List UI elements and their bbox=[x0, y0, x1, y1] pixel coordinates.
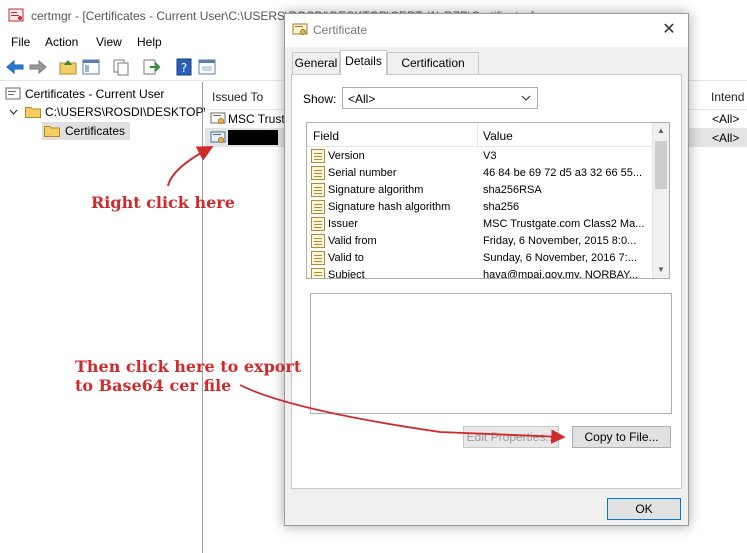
tab-certification-path[interactable]: Certification Path bbox=[387, 52, 479, 90]
field-name: Serial number bbox=[328, 167, 397, 179]
fields-scrollbar[interactable]: ▲ ▼ bbox=[652, 123, 669, 278]
show-tree-icon[interactable] bbox=[81, 57, 101, 77]
certificate-field-icon bbox=[311, 268, 325, 278]
field-name: Valid from bbox=[328, 235, 377, 247]
column-separator[interactable] bbox=[477, 123, 478, 147]
field-name: Valid to bbox=[328, 252, 364, 264]
folder-icon bbox=[44, 126, 60, 137]
redacted-issued-to bbox=[228, 130, 278, 145]
fields-list[interactable]: Field Value Version V3 Serial number 46 84 … bbox=[306, 122, 670, 279]
certmgr-app-icon bbox=[8, 8, 24, 22]
show-dropdown-value: <All> bbox=[348, 92, 376, 106]
menu-action[interactable]: Action bbox=[45, 35, 78, 49]
fields-header: Field Value bbox=[307, 123, 653, 147]
forward-arrow-icon[interactable] bbox=[28, 57, 48, 77]
field-value: MSC Trustgate.com Class2 Ma... bbox=[483, 218, 645, 230]
up-folder-icon[interactable] bbox=[58, 57, 78, 77]
annotation-export-line1: Then click here to export bbox=[75, 357, 302, 376]
field-name: Version bbox=[328, 150, 365, 162]
certificate-field-icon bbox=[311, 251, 325, 265]
field-value: sha256RSA bbox=[483, 184, 542, 196]
edit-properties-button[interactable]: Edit Properties... bbox=[463, 426, 559, 448]
chevron-down-icon[interactable] bbox=[9, 108, 18, 116]
field-row[interactable]: Valid to Sunday, 6 November, 2016 7:... bbox=[307, 250, 653, 267]
certificate-field-icon bbox=[311, 217, 325, 231]
console-icon[interactable] bbox=[197, 57, 217, 77]
tree-certificates-label: Certificates bbox=[65, 124, 126, 138]
menu-view[interactable]: View bbox=[96, 35, 122, 49]
certificate-field-icon bbox=[311, 234, 325, 248]
dialog-title: Certificate bbox=[313, 23, 368, 37]
help-icon[interactable]: ? bbox=[174, 57, 194, 77]
tree-root-label: Certificates - Current User bbox=[25, 87, 165, 101]
tree-node-store[interactable]: C:\USERS\ROSDI\DESKTOP\C bbox=[0, 103, 215, 121]
field-row[interactable]: Signature hash algorithm sha256 bbox=[307, 199, 653, 216]
field-row[interactable]: Version V3 bbox=[307, 148, 653, 165]
field-name: Signature algorithm bbox=[328, 184, 424, 196]
row-intended: <All> bbox=[712, 112, 740, 126]
scroll-down-icon[interactable]: ▼ bbox=[656, 265, 666, 275]
field-row[interactable]: Valid from Friday, 6 November, 2015 8:0..… bbox=[307, 233, 653, 250]
field-name: Subject bbox=[328, 269, 365, 279]
column-field[interactable]: Field bbox=[313, 129, 339, 143]
certificate-field-icon bbox=[311, 149, 325, 163]
folder-icon bbox=[25, 107, 41, 118]
chevron-down-icon bbox=[521, 95, 531, 101]
field-name: Issuer bbox=[328, 218, 358, 230]
tree-node-root[interactable]: Certificates - Current User bbox=[0, 85, 200, 103]
field-value: 46 84 be 69 72 d5 a3 32 66 55... bbox=[483, 167, 643, 179]
certificate-icon bbox=[210, 131, 226, 143]
details-panel: Show: <All> Field Value Version V3 Serial … bbox=[291, 74, 682, 489]
tab-general[interactable]: General bbox=[292, 52, 340, 74]
certificate-field-icon bbox=[311, 166, 325, 180]
field-row[interactable]: Subject haya@mpaj.gov.my, NORBAY... bbox=[307, 267, 653, 279]
certificate-store-icon bbox=[5, 87, 21, 100]
tree-node-certificates[interactable]: Certificates bbox=[42, 122, 130, 140]
certificate-dialog: Certificate ✕ General Details Certificat… bbox=[284, 13, 689, 526]
export-list-icon[interactable] bbox=[141, 57, 161, 77]
annotation-right-click: Right click here bbox=[91, 193, 235, 212]
tree-store-label: C:\USERS\ROSDI\DESKTOP\C bbox=[45, 105, 216, 119]
field-value: Friday, 6 November, 2015 8:0... bbox=[483, 235, 637, 247]
column-value[interactable]: Value bbox=[483, 129, 513, 143]
certificate-field-icon bbox=[311, 183, 325, 197]
field-value: V3 bbox=[483, 150, 497, 162]
field-row[interactable]: Issuer MSC Trustgate.com Class2 Ma... bbox=[307, 216, 653, 233]
field-value-box[interactable] bbox=[310, 293, 672, 414]
menu-help[interactable]: Help bbox=[137, 35, 162, 49]
field-value: Sunday, 6 November, 2016 7:... bbox=[483, 252, 637, 264]
row-intended: <All> bbox=[712, 131, 740, 145]
back-arrow-icon[interactable] bbox=[5, 57, 25, 77]
copy-to-file-button[interactable]: Copy to File... bbox=[572, 426, 671, 448]
scroll-thumb[interactable] bbox=[655, 141, 667, 189]
menu-file[interactable]: File bbox=[11, 35, 30, 49]
field-value: haya@mpaj.gov.my, NORBAY... bbox=[483, 269, 639, 279]
close-icon[interactable]: ✕ bbox=[656, 18, 682, 42]
field-value: sha256 bbox=[483, 201, 520, 213]
console-tree: Certificates - Current User C:\USERS\ROS… bbox=[0, 82, 215, 553]
show-dropdown[interactable]: <All> bbox=[342, 87, 538, 109]
certificate-icon bbox=[210, 112, 226, 124]
field-row[interactable]: Serial number 46 84 be 69 72 d5 a3 32 66 … bbox=[307, 165, 653, 182]
dialog-title-bar[interactable]: Certificate ✕ bbox=[285, 14, 688, 47]
column-issued-to[interactable]: Issued To bbox=[212, 90, 263, 104]
annotation-export-line2: to Base64 cer file bbox=[75, 376, 232, 395]
scroll-up-icon[interactable]: ▲ bbox=[656, 126, 666, 136]
copy-icon[interactable] bbox=[111, 57, 131, 77]
tab-details[interactable]: Details bbox=[340, 50, 387, 75]
field-row[interactable]: Signature algorithm sha256RSA bbox=[307, 182, 653, 199]
show-label: Show: bbox=[303, 92, 337, 106]
column-intended-purposes[interactable]: Intend bbox=[711, 90, 744, 104]
svg-text:?: ? bbox=[181, 61, 187, 75]
ok-button[interactable]: OK bbox=[607, 498, 681, 520]
certificate-icon bbox=[292, 23, 308, 35]
certificate-field-icon bbox=[311, 200, 325, 214]
field-name: Signature hash algorithm bbox=[328, 201, 451, 213]
